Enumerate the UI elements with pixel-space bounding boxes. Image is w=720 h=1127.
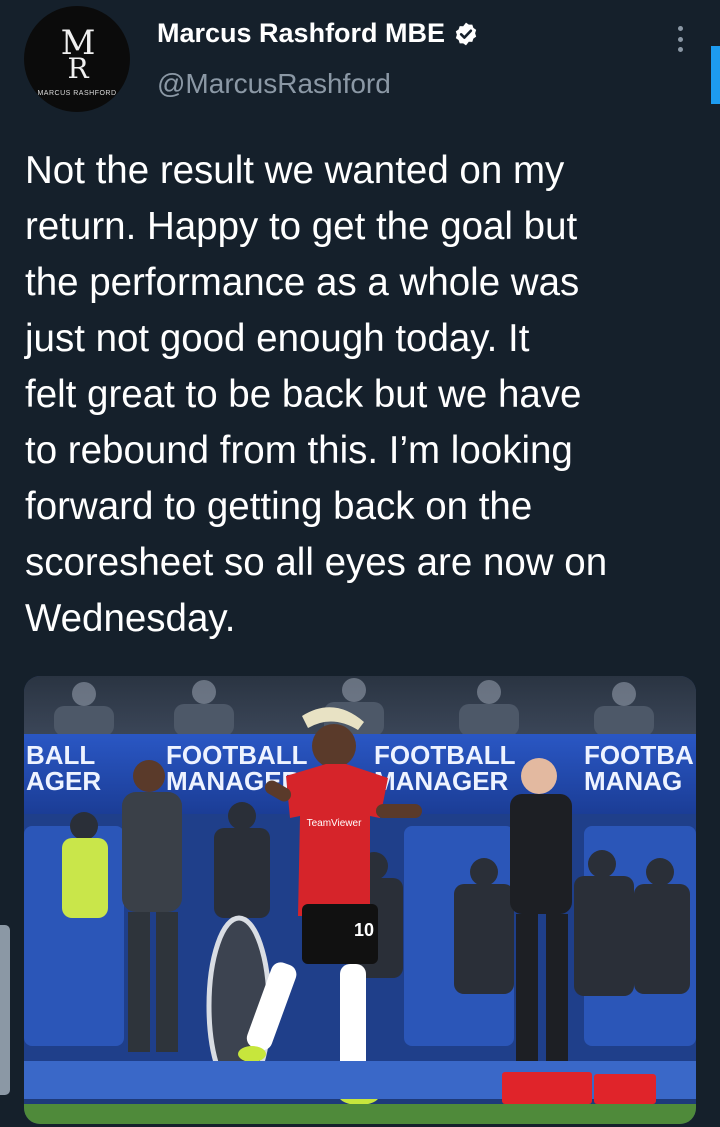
left-edge-handle <box>0 925 10 1095</box>
match-photo: BALL AGER FOOTBALL MANAGER FOOTBALL MANAGER… <box>24 676 696 1124</box>
tweet-media-photo[interactable]: BALL AGER FOOTBALL MANAGER FOOTBALL MANAGER… <box>24 676 696 1124</box>
shirt-sponsor: TeamViewer <box>307 818 363 829</box>
author-handle[interactable]: @MarcusRashford <box>157 68 391 100</box>
verified-badge-icon <box>455 22 477 45</box>
avatar-brand-text: MARCUS RASHFORD <box>37 90 117 97</box>
author-name-row: Marcus Rashford MBE <box>157 18 479 49</box>
shirt-number: 10 <box>354 920 374 940</box>
board-text-3: FOOTBALL MANAGER <box>374 740 516 796</box>
avatar-monogram: M R <box>60 23 96 85</box>
scroll-indicator <box>711 46 720 104</box>
avatar[interactable]: M R MARCUS RASHFORD <box>24 6 130 112</box>
display-name[interactable]: Marcus Rashford MBE <box>157 18 445 49</box>
board-text-1: BALL AGER <box>26 740 101 796</box>
board-text-2: FOOTBALL MANAGER <box>166 740 308 796</box>
tweet-text: Not the result we wanted on my return. H… <box>25 149 608 640</box>
board-text-4: FOOTBA MANAG <box>584 740 694 796</box>
more-options-icon[interactable] <box>672 26 688 52</box>
